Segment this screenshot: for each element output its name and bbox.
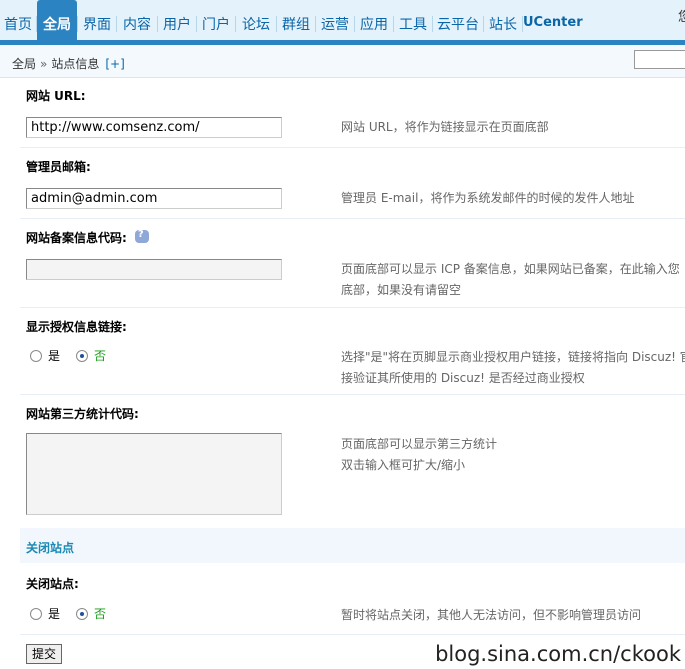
tab-6[interactable]: 论坛 <box>236 0 276 40</box>
watermark: blog.sina.com.cn/ckook <box>435 642 681 666</box>
site-url-label: 网站 URL: <box>26 89 86 103</box>
breadcrumb-bar: 全局 » 站点信息 [+] <box>0 45 685 78</box>
icp-tip-line1: 页面底部可以显示 ICP 备案信息，如果网站已备案，在此输入您 <box>341 262 680 276</box>
row-divider <box>20 218 685 219</box>
breadcrumb-root[interactable]: 全局 <box>12 57 36 71</box>
stat-code-tip-line2: 双击输入框可扩大/缩小 <box>341 458 466 472</box>
close-site-yes-radio[interactable] <box>30 607 42 620</box>
tab-12[interactable]: 站长 <box>484 0 522 40</box>
tab-4[interactable]: 用户 <box>158 0 196 40</box>
submit-button[interactable]: 提交 <box>26 644 62 664</box>
license-link-no-radio[interactable] <box>76 349 89 362</box>
license-link-tip-line1: 选择"是"将在页脚显示商业授权用户链接，链接将指向 Discuz! 官 <box>341 350 685 364</box>
row-divider <box>20 394 685 395</box>
stat-code-label: 网站第三方统计代码: <box>26 407 139 421</box>
icp-tip-line2: 底部，如果没有请留空 <box>341 283 462 297</box>
top-nav: 首页 全局 界面 内容 用户 门户 论坛 群组 运营 应用 工具 云平台 站长 UCenter 您 <box>0 0 685 40</box>
close-site-tip: 暂时将站点关闭，其他人无法访问，但不影响管理员访问 <box>341 608 642 622</box>
tab-5[interactable]: 门户 <box>197 0 235 40</box>
icp-label-row: 网站备案信息代码: <box>26 229 149 246</box>
stat-code-tip-line1: 页面底部可以显示第三方统计 <box>341 437 498 451</box>
close-site-label: 关闭站点: <box>26 577 79 591</box>
add-shortcut-button[interactable]: [+] <box>105 57 124 71</box>
icp-label: 网站备案信息代码: <box>26 231 127 245</box>
tab-8[interactable]: 运营 <box>316 0 354 40</box>
site-url-tip: 网站 URL，将作为链接显示在页面底部 <box>341 120 549 134</box>
license-link-label: 显示授权信息链接: <box>26 320 127 334</box>
help-icon[interactable] <box>134 229 149 243</box>
close-site-no-radio[interactable] <box>76 607 89 620</box>
admin-email-input[interactable]: admin@admin.com <box>26 188 282 209</box>
admin-email-label: 管理员邮箱: <box>26 160 91 174</box>
tab-7[interactable]: 群组 <box>277 0 315 40</box>
tab-3[interactable]: 内容 <box>117 0 157 40</box>
close-site-section-header: 关闭站点 <box>20 528 685 563</box>
row-divider <box>20 634 685 635</box>
tab-11[interactable]: 云平台 <box>433 0 483 40</box>
license-link-yes-label[interactable]: 是 <box>48 347 60 364</box>
tab-2[interactable]: 界面 <box>78 0 116 40</box>
breadcrumb-separator: » <box>40 57 48 71</box>
stat-code-textarea[interactable] <box>26 433 282 515</box>
tab-9[interactable]: 应用 <box>355 0 393 40</box>
close-site-yes-label[interactable]: 是 <box>48 605 60 622</box>
icp-input[interactable] <box>26 259 282 280</box>
close-site-options: 是 否 <box>30 605 122 622</box>
breadcrumb: 全局 » 站点信息 [+] <box>12 55 125 72</box>
tab-0[interactable]: 首页 <box>0 0 36 40</box>
row-divider <box>20 147 685 148</box>
license-link-no-label[interactable]: 否 <box>94 347 106 364</box>
site-url-input[interactable]: http://www.comsenz.com/ <box>26 117 282 138</box>
nav-tabs: 首页 全局 界面 内容 用户 门户 论坛 群组 运营 应用 工具 云平台 站长 UCenter <box>0 0 583 40</box>
admin-email-tip: 管理员 E-mail，将作为系统发邮件的时候的发件人地址 <box>341 191 635 205</box>
tab-13[interactable]: UCenter <box>523 0 583 40</box>
close-site-no-label[interactable]: 否 <box>94 605 106 622</box>
user-greeting: 您 <box>677 10 685 25</box>
license-link-tip-line2: 接验证其所使用的 Discuz! 是否经过商业授权 <box>341 371 585 385</box>
search-input[interactable] <box>634 50 685 69</box>
close-site-section-title: 关闭站点 <box>26 541 75 555</box>
license-link-yes-radio[interactable] <box>30 349 42 362</box>
tab-10[interactable]: 工具 <box>394 0 432 40</box>
breadcrumb-current: 站点信息 <box>51 57 100 71</box>
row-divider <box>20 307 685 308</box>
tab-1[interactable]: 全局 <box>37 0 77 40</box>
license-link-options: 是 否 <box>30 347 122 364</box>
